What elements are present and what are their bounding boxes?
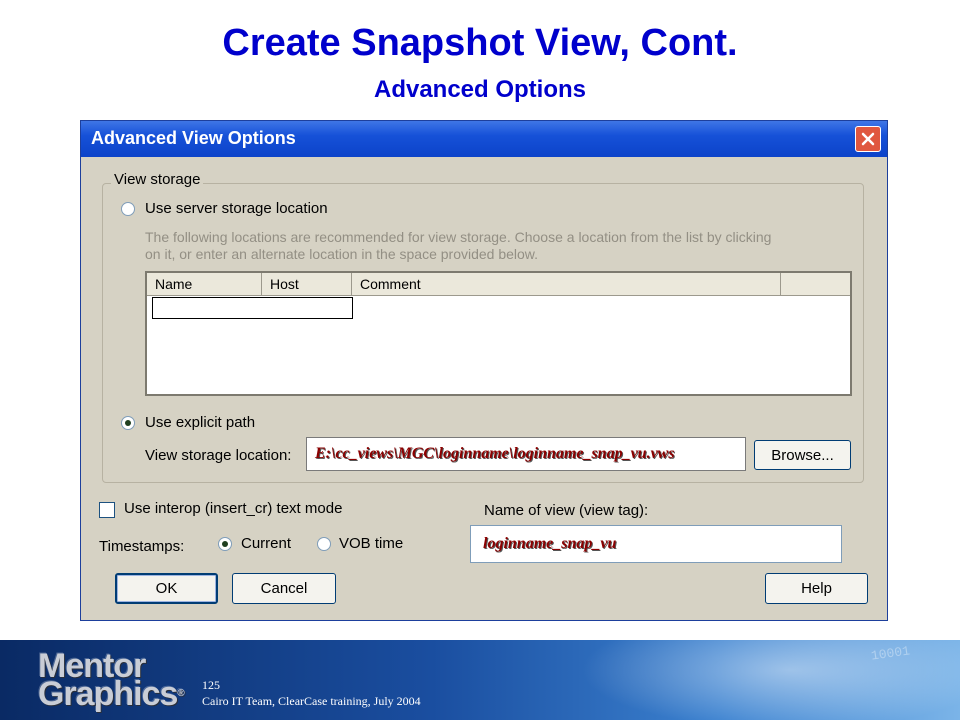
mentor-graphics-logo: Mentor Graphics®	[38, 649, 185, 713]
timestamp-vob-radio[interactable]	[317, 537, 331, 551]
view-tag-label: Name of view (view tag):	[484, 502, 649, 519]
storage-location-input[interactable]: E:\cc_views\MGC\loginname\loginname_snap…	[306, 437, 746, 471]
server-storage-label[interactable]: Use server storage location	[145, 200, 328, 217]
column-name[interactable]: Name	[147, 273, 262, 295]
storage-location-value: E:\cc_views\MGC\loginname\loginname_snap…	[315, 445, 675, 462]
timestamp-vob-label[interactable]: VOB time	[339, 535, 403, 552]
browse-button[interactable]: Browse...	[754, 440, 851, 470]
explicit-path-label[interactable]: Use explicit path	[145, 414, 255, 431]
timestamp-current-radio[interactable]	[218, 537, 232, 551]
cancel-button[interactable]: Cancel	[232, 573, 336, 604]
timestamps-label: Timestamps:	[99, 538, 185, 555]
dialog-title: Advanced View Options	[91, 128, 296, 148]
view-tag-input[interactable]: loginname_snap_vu	[470, 525, 842, 563]
view-tag-value: loginname_snap_vu	[483, 535, 617, 552]
storage-locations-list[interactable]: Name Host Comment	[145, 271, 852, 396]
storage-hint-line1: The following locations are recommended …	[145, 229, 772, 245]
server-storage-radio[interactable]	[121, 202, 135, 216]
page-number: 125	[202, 678, 220, 692]
slide-title: Create Snapshot View, Cont.	[222, 22, 738, 64]
close-button[interactable]	[855, 126, 881, 152]
ok-button[interactable]: OK	[115, 573, 218, 604]
slide-subtitle: Advanced Options	[373, 76, 587, 103]
column-comment[interactable]: Comment	[352, 273, 781, 295]
help-button[interactable]: Help	[765, 573, 868, 604]
logo-line2: Graphics®	[38, 675, 185, 713]
footer-banner: 10001 Mentor Graphics® 125 Cairo IT Team…	[0, 640, 960, 720]
list-item-edit[interactable]	[152, 297, 353, 319]
interop-checkbox[interactable]	[99, 502, 115, 518]
dialog-titlebar[interactable]: Advanced View Options	[81, 121, 887, 157]
view-storage-legend: View storage	[111, 171, 204, 188]
storage-location-label: View storage location:	[145, 447, 292, 464]
explicit-path-radio[interactable]	[121, 416, 135, 430]
footer-credit: Cairo IT Team, ClearCase training, July …	[202, 694, 421, 708]
close-icon	[861, 132, 875, 146]
interop-label[interactable]: Use interop (insert_cr) text mode	[124, 500, 342, 517]
timestamp-current-label[interactable]: Current	[241, 535, 291, 552]
column-extra	[781, 273, 850, 295]
advanced-view-options-dialog: Advanced View Options View storage Use s…	[80, 120, 888, 621]
column-host[interactable]: Host	[262, 273, 352, 295]
storage-hint-line2: on it, or enter an alternate location in…	[145, 246, 539, 262]
list-header: Name Host Comment	[147, 273, 850, 296]
